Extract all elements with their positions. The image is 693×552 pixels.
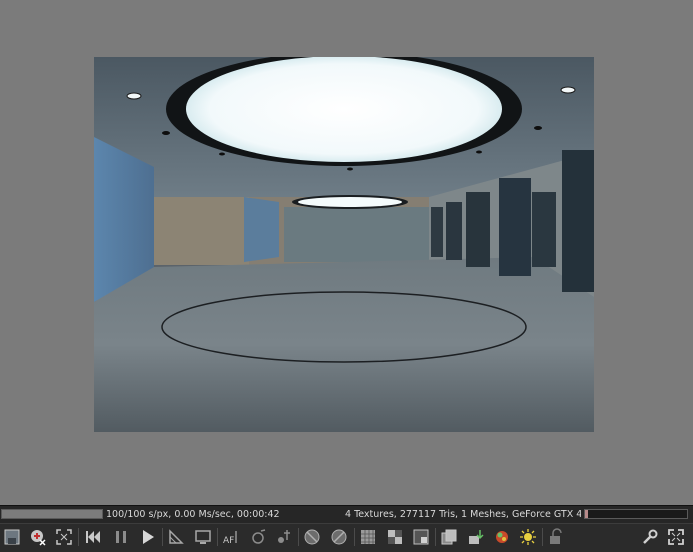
fit-view-icon[interactable] (54, 527, 74, 547)
alpha-channel-icon[interactable] (385, 527, 405, 547)
region-render-icon[interactable] (411, 527, 431, 547)
checker-display-icon[interactable] (358, 527, 378, 547)
export-icon[interactable] (466, 527, 486, 547)
pause-render-icon[interactable] (111, 527, 131, 547)
start-render-icon[interactable] (138, 527, 158, 547)
render-image[interactable] (94, 57, 594, 432)
svg-text:AF: AF (223, 536, 234, 546)
display-settings-icon[interactable] (193, 527, 213, 547)
reset-camera-icon[interactable] (28, 527, 48, 547)
status-bar: 100/100 s/px, 0.00 Ms/sec, 00:00:42 4 Te… (0, 505, 693, 523)
render-pass-icon[interactable] (492, 527, 512, 547)
render-stats-text: 100/100 s/px, 0.00 Ms/sec, 00:00:42 (106, 509, 280, 520)
scene-stats-text: 4 Textures, 277117 Tris, 1 Meshes, GeFor… (345, 509, 581, 520)
settings-wrench-icon[interactable] (640, 527, 660, 547)
focus-picker-icon[interactable] (166, 527, 186, 547)
restart-render-icon[interactable] (83, 527, 103, 547)
memory-usage-bar (584, 509, 688, 519)
object-picker-icon[interactable] (302, 527, 322, 547)
material-picker-2-icon[interactable] (329, 527, 349, 547)
save-image-icon[interactable] (2, 527, 22, 547)
render-progress-bar (1, 509, 103, 519)
material-picker-icon[interactable] (274, 527, 294, 547)
lock-icon[interactable] (546, 527, 566, 547)
copy-image-icon[interactable] (439, 527, 459, 547)
auto-focus-icon[interactable]: AF (221, 527, 241, 547)
render-viewport[interactable] (0, 0, 693, 505)
bottom-toolbar: AF (0, 523, 693, 552)
fullscreen-icon[interactable] (666, 527, 686, 547)
denoise-icon[interactable] (518, 527, 538, 547)
white-balance-picker-icon[interactable] (248, 527, 268, 547)
